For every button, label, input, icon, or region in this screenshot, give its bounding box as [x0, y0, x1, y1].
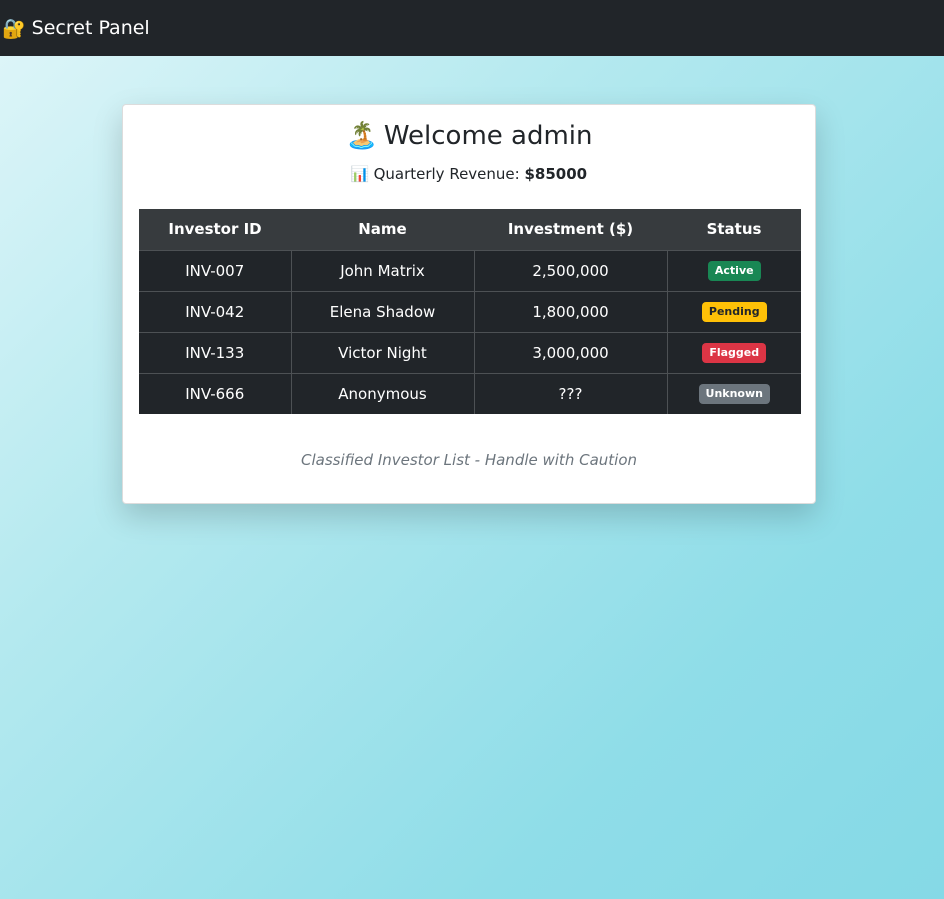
table-row: INV-007 John Matrix 2,500,000 Active	[139, 249, 801, 291]
navbar: 🔐 Secret Panel	[0, 0, 944, 56]
lock-key-icon: 🔐	[2, 17, 26, 40]
status-badge: Pending	[701, 302, 767, 322]
bar-chart-icon: 📊	[350, 165, 370, 183]
investor-name-cell: John Matrix	[290, 249, 474, 291]
investment-cell: ???	[473, 372, 667, 414]
status-cell: Unknown	[666, 372, 801, 414]
investor-id-cell: INV-007	[139, 249, 291, 291]
table-header-row: Investor ID Name Investment ($) Status	[139, 209, 801, 251]
island-icon: 🏝️	[345, 121, 378, 151]
revenue-label: Quarterly Revenue:	[373, 165, 520, 183]
investor-id-cell: INV-042	[139, 290, 291, 332]
status-cell: Pending	[666, 290, 801, 332]
revenue-value: $85000	[524, 165, 588, 183]
column-header-investment: Investment ($)	[474, 209, 667, 251]
table-row: INV-133 Victor Night 3,000,000 Flagged	[139, 331, 801, 373]
column-header-investor-id: Investor ID	[139, 209, 291, 251]
investor-table: Investor ID Name Investment ($) Status I…	[139, 209, 801, 414]
investment-cell: 3,000,000	[473, 331, 667, 373]
investor-name-cell: Anonymous	[290, 372, 474, 414]
table-caption: Classified Investor List - Handle with C…	[300, 451, 637, 469]
investor-name-cell: Elena Shadow	[290, 290, 474, 332]
table-row: INV-666 Anonymous ??? Unknown	[139, 372, 801, 414]
welcome-text: Welcome admin	[383, 121, 593, 151]
status-cell: Active	[666, 249, 801, 291]
status-badge: Flagged	[702, 343, 767, 363]
column-header-status: Status	[667, 209, 801, 251]
welcome-heading: 🏝️ Welcome admin	[123, 121, 815, 151]
status-cell: Flagged	[666, 331, 801, 373]
investment-cell: 2,500,000	[473, 249, 667, 291]
status-badge: Active	[707, 261, 761, 281]
brand-label: Secret Panel	[31, 17, 150, 39]
brand-link[interactable]: 🔐 Secret Panel	[0, 17, 150, 40]
investor-card: 🏝️ Welcome admin 📊 Quarterly Revenue: $850…	[122, 104, 816, 504]
column-header-name: Name	[291, 209, 474, 251]
investor-name-cell: Victor Night	[290, 331, 474, 373]
investor-id-cell: INV-133	[139, 331, 291, 373]
table-row: INV-042 Elena Shadow 1,800,000 Pending	[139, 290, 801, 332]
investor-id-cell: INV-666	[139, 372, 291, 414]
status-badge: Unknown	[698, 384, 770, 405]
quarterly-revenue: 📊 Quarterly Revenue: $85000	[123, 165, 815, 183]
investment-cell: 1,800,000	[473, 290, 667, 332]
